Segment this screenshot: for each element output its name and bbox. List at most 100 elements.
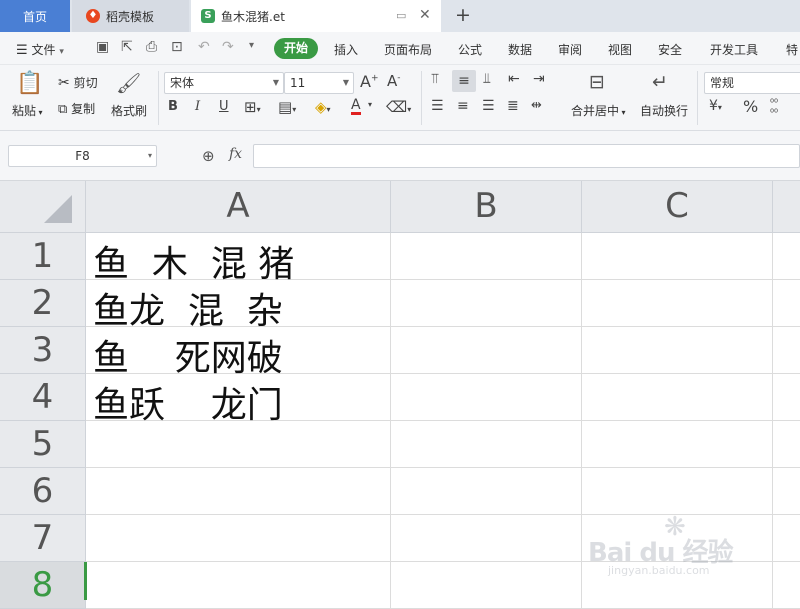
row-header-5[interactable]: 5	[0, 421, 86, 468]
save-icon[interactable]: ▣	[96, 39, 109, 55]
tab-developer[interactable]: 开发工具	[710, 41, 758, 58]
wrap-text-button[interactable]: 自动换行	[640, 102, 688, 119]
increase-font-icon[interactable]: A+	[360, 72, 379, 91]
cell-a7[interactable]	[86, 515, 391, 562]
cell-a8[interactable]	[86, 562, 391, 609]
align-bottom-icon[interactable]: ⫫	[483, 71, 491, 87]
tab-home[interactable]: 首页	[0, 0, 70, 32]
formula-input[interactable]	[253, 144, 800, 168]
cell-c1[interactable]	[582, 233, 773, 280]
cell-b2[interactable]	[391, 280, 582, 327]
cell-c5[interactable]	[582, 421, 773, 468]
format-painter-icon[interactable]: 🖌	[116, 71, 141, 95]
number-format-dropdown[interactable]: 常规	[704, 72, 800, 94]
cell-b6[interactable]	[391, 468, 582, 515]
align-right-icon[interactable]: ☰	[482, 98, 495, 114]
cell-b8[interactable]	[391, 562, 582, 609]
tab-data[interactable]: 数据	[508, 41, 532, 58]
cell-d8[interactable]	[773, 562, 800, 609]
underline-icon[interactable]: U	[219, 99, 229, 114]
tab-templates[interactable]: ♦ 稻壳模板	[72, 0, 189, 32]
cell-c3[interactable]	[582, 327, 773, 374]
zoom-search-icon[interactable]: ⊕	[202, 147, 215, 165]
file-menu[interactable]: ☰ 文件 ▾	[16, 41, 64, 58]
paste-button[interactable]: 粘贴 ▾	[12, 102, 43, 119]
distributed-align-icon[interactable]: ⇹	[531, 98, 542, 113]
borders-icon[interactable]: ⊞▾	[244, 98, 261, 116]
align-center-icon[interactable]: ≡	[457, 98, 469, 114]
redo-icon[interactable]: ↷	[222, 39, 234, 55]
font-color-icon[interactable]: A	[351, 98, 361, 115]
format-painter-button[interactable]: 格式刷	[111, 102, 147, 119]
tab-start[interactable]: 开始	[274, 38, 318, 59]
italic-icon[interactable]: I	[195, 99, 200, 114]
row-header-6[interactable]: 6	[0, 468, 86, 515]
fill-color-icon[interactable]: ◈▾	[315, 98, 331, 116]
cell-a5[interactable]	[86, 421, 391, 468]
wrap-text-icon[interactable]: ↵	[652, 71, 668, 93]
font-size-dropdown[interactable]: 11 ▼	[284, 72, 354, 94]
column-header-b[interactable]: B	[391, 181, 582, 233]
cut-button[interactable]: ✂ 剪切	[58, 74, 98, 91]
tab-view[interactable]: 视图	[608, 41, 632, 58]
export-icon[interactable]: ⇱	[121, 39, 133, 55]
increase-indent-icon[interactable]: ⇥	[533, 71, 545, 87]
currency-icon[interactable]: ¥▾	[709, 98, 722, 114]
tab-page-layout[interactable]: 页面布局	[384, 41, 432, 58]
tab-document[interactable]: S 鱼木混猪.et ▭ ✕	[191, 0, 441, 32]
fx-icon[interactable]: fx	[229, 146, 242, 162]
print-preview-icon[interactable]: ⊡	[171, 39, 183, 55]
percent-button[interactable]: %	[743, 97, 758, 116]
cell-b1[interactable]	[391, 233, 582, 280]
tab-formulas[interactable]: 公式	[458, 41, 482, 58]
cell-c4[interactable]	[582, 374, 773, 421]
print-icon[interactable]: ⎙	[146, 39, 157, 55]
row-header-2[interactable]: 2	[0, 280, 86, 327]
cell-d4[interactable]	[773, 374, 800, 421]
column-header-c[interactable]: C	[582, 181, 773, 233]
align-left-icon[interactable]: ☰	[431, 98, 444, 114]
quick-access-more-icon[interactable]: ▾	[249, 40, 254, 51]
column-header-d[interactable]	[773, 181, 800, 233]
tab-special[interactable]: 特	[786, 41, 798, 58]
cell-d5[interactable]	[773, 421, 800, 468]
font-name-dropdown[interactable]: 宋体 ▼	[164, 72, 284, 94]
cell-style-icon[interactable]: ▤▾	[278, 98, 296, 116]
row-header-1[interactable]: 1	[0, 233, 86, 280]
decrease-indent-icon[interactable]: ⇤	[508, 71, 520, 87]
cell-b3[interactable]	[391, 327, 582, 374]
column-header-a[interactable]: A	[86, 181, 391, 233]
tab-insert[interactable]: 插入	[334, 41, 358, 58]
cell-a6[interactable]	[86, 468, 391, 515]
tab-review[interactable]: 审阅	[558, 41, 582, 58]
select-all-corner[interactable]	[0, 181, 86, 233]
pin-window-icon[interactable]: ▭	[396, 9, 406, 22]
merge-center-button[interactable]: 合并居中 ▾	[571, 102, 626, 119]
chevron-down-icon[interactable]: ▾	[368, 100, 372, 109]
cell-d1[interactable]	[773, 233, 800, 280]
row-header-7[interactable]: 7	[0, 515, 86, 562]
cell-b7[interactable]	[391, 515, 582, 562]
row-header-4[interactable]: 4	[0, 374, 86, 421]
cell-b4[interactable]	[391, 374, 582, 421]
decimal-places-icon[interactable]: ⁰⁰ ⁰⁰	[770, 99, 778, 119]
undo-icon[interactable]: ↶	[198, 39, 210, 55]
cell-d7[interactable]	[773, 515, 800, 562]
row-header-3[interactable]: 3	[0, 327, 86, 374]
merge-center-icon[interactable]: ⊟	[589, 71, 605, 93]
paste-icon[interactable]: 📋	[16, 71, 43, 96]
cell-d6[interactable]	[773, 468, 800, 515]
tab-security[interactable]: 安全	[658, 41, 682, 58]
decrease-font-icon[interactable]: A-	[387, 72, 401, 90]
justify-icon[interactable]: ≣	[507, 98, 519, 114]
cell-d3[interactable]	[773, 327, 800, 374]
name-box[interactable]: F8 ▾	[8, 145, 157, 167]
cell-c2[interactable]	[582, 280, 773, 327]
cell-c6[interactable]	[582, 468, 773, 515]
row-header-8[interactable]: 8	[0, 562, 86, 609]
cell-b5[interactable]	[391, 421, 582, 468]
align-middle-icon[interactable]: ≡	[452, 70, 476, 92]
copy-button[interactable]: ⧉ 复制	[58, 100, 95, 117]
new-tab-button[interactable]: +	[455, 4, 471, 26]
bold-icon[interactable]: B	[168, 99, 178, 114]
